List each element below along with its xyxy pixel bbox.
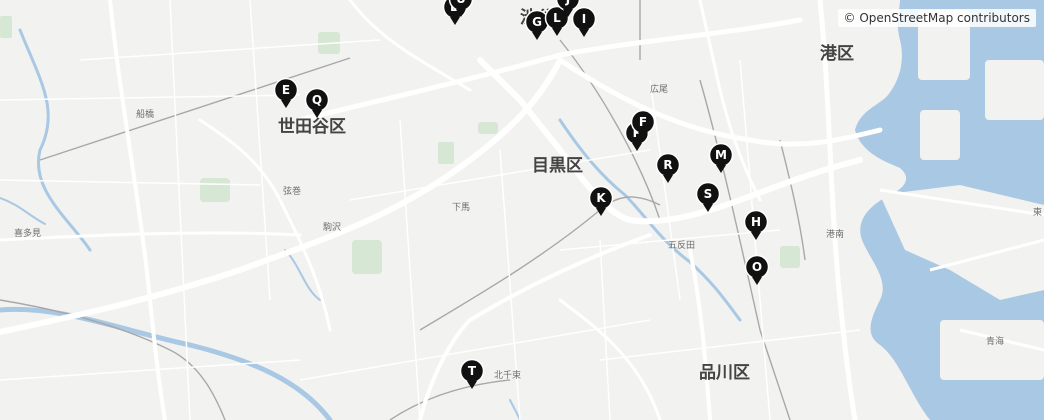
place-label-tsurumaki: 弦巻 [283,187,302,197]
marker-label: U [448,0,474,7]
place-label-shimouma: 下馬 [452,203,471,213]
map-marker-i[interactable]: I [571,7,597,39]
marker-label: J [555,0,581,7]
place-label-hiroo: 広尾 [650,85,669,95]
marker-label: K [596,191,606,205]
map-marker-k[interactable]: K [588,186,614,218]
map-marker-h[interactable]: H [743,210,769,242]
map-marker-t[interactable]: T [459,359,485,391]
basemap [0,0,1044,420]
map-marker-s[interactable]: S [695,182,721,214]
map-marker-r[interactable]: R [655,153,681,185]
map-attribution[interactable]: © OpenStreetMap contributors [837,9,1036,27]
map-marker-o[interactable]: O [744,255,770,287]
marker-label: S [703,187,713,201]
map-marker-q[interactable]: Q [304,88,330,120]
marker-label: M [715,148,727,162]
place-label-konan: 港南 [826,230,845,240]
ward-label-shinagawa: 品川区 [699,363,750,383]
map-marker-u[interactable]: U [448,0,474,19]
place-label-komazawa: 駒沢 [323,223,342,233]
map-marker-m[interactable]: M [708,143,734,175]
ward-label-minato: 港区 [820,44,854,64]
map-marker-f[interactable]: F [630,110,656,142]
marker-label: O [751,260,763,274]
place-label-kitami: 喜多見 [14,229,42,239]
marker-label: R [663,158,673,172]
place-label-gotanda: 五反田 [668,241,696,251]
place-label-funabashi: 船橋 [136,110,155,120]
marker-label: F [638,115,648,129]
map-view[interactable]: 渋谷 世田谷区 目黒区 港区 品川区 船橋 広尾 弦巻 下馬 駒沢 喜多見 五反… [0,0,1044,420]
marker-label: T [467,364,477,378]
marker-label: Q [311,93,323,107]
ward-label-meguro: 目黒区 [532,156,583,176]
map-marker-e[interactable]: E [273,78,299,110]
place-label-shinonome: 東 [1033,208,1043,218]
marker-label: I [581,12,587,26]
marker-label: H [750,215,762,229]
place-label-kitasenzoku: 北千束 [494,371,522,381]
place-label-aomi: 青海 [986,337,1005,347]
marker-label: E [281,83,291,97]
